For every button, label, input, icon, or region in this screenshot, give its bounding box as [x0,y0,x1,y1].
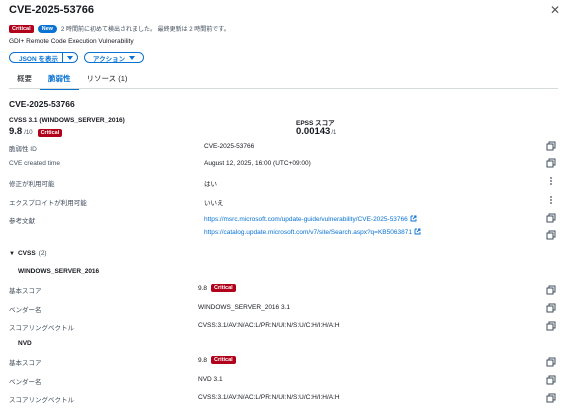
detail-row: CVE created time August 12, 2025, 16:00 … [9,156,558,173]
close-icon[interactable]: ✕ [550,3,560,17]
details-heading: CVE-2025-53766 [9,99,75,109]
more-icon[interactable] [546,195,556,205]
vendor-label: ベンダー名 [9,379,42,386]
vector-label: スコアリングベクトル [9,325,74,332]
row-value: CVE-2025-53766 [204,143,255,150]
copy-icon[interactable] [546,141,556,151]
base-score-value: 9.8 Critical [198,356,236,364]
chevron-down-icon [129,55,136,60]
external-link-icon [410,215,417,222]
vector-value: CVSS:3.1/AV:N/AC:L/PR:N/UI:N/S:U/C:H/I:H… [198,322,340,329]
copy-icon[interactable] [546,158,556,168]
vendor-label: ベンダー名 [9,307,42,314]
json-dropdown-icon[interactable] [62,53,77,62]
base-score-badge: Critical [211,356,236,364]
cvss-max: /10 [24,130,33,136]
copy-icon[interactable] [546,321,556,331]
row-key: 修正が利用可能 [9,181,55,188]
cvss-section-toggle[interactable]: ▼ CVSS (2) [9,250,47,257]
base-score-badge: Critical [211,284,236,292]
detail-row: 修正が利用可能 はい [9,174,558,191]
cvss-section-count: (2) [38,250,47,257]
more-icon[interactable] [546,176,556,186]
epss-score: 0.00143 [296,126,331,137]
epss-score-block: 0.00143 /1 [296,126,336,137]
reference-link[interactable]: https://msrc.microsoft.com/update-guide/… [204,215,417,223]
copy-icon[interactable] [546,375,556,385]
vendor-value: NVD 3.1 [198,376,223,383]
base-score-value: 9.8 Critical [198,284,236,292]
reference-link-text[interactable]: https://catalog.update.microsoft.com/v7/… [204,229,412,236]
reference-link[interactable]: https://catalog.update.microsoft.com/v7/… [204,228,421,236]
detail-row: 脆弱性 ID CVE-2025-53766 [9,139,558,156]
panel-title: CVE-2025-53766 [9,4,95,16]
vector-label: スコアリングベクトル [9,397,74,404]
base-score-label: 基本スコア [9,360,42,367]
row-key: CVE created time [9,160,60,167]
tab-divider [9,88,558,89]
base-score: 9.8 [198,356,208,364]
severity-badge: Critical [9,24,34,33]
copy-icon[interactable] [546,393,556,403]
status-line: Critical New 2 時間前に初めて検出されました。 最終更新は 2 時… [9,24,230,33]
copy-icon[interactable] [546,213,556,223]
actions-button-label: アクション [92,55,126,63]
new-badge: New [37,24,57,33]
cvss-score: 9.8 [9,126,23,137]
json-button[interactable]: JSON を表示 [9,52,78,63]
epss-max: /1 [331,130,337,136]
cvss-group-name: WINDOWS_SERVER_2016 [18,268,100,275]
row-key: エクスプロイトが利用可能 [9,200,87,207]
row-value: はい [204,181,217,188]
external-link-icon [414,228,421,235]
row-key: 脆弱性 ID [9,146,37,153]
detail-row: エクスプロイトが利用可能 いいえ [9,193,558,210]
cvss-critical-badge: Critical [37,129,63,137]
row-value: いいえ [204,200,224,207]
base-score: 9.8 [198,284,208,292]
detection-subtitle: 2 時間前に初めて検出されました。 最終更新は 2 時間前です。 [60,27,230,33]
cvss-group-name: NVD [18,340,32,347]
caret-down-icon: ▼ [9,250,15,257]
cvss-label: CVSS 3.1 (WINDOWS_SERVER_2016) [9,117,125,124]
reference-link-text[interactable]: https://msrc.microsoft.com/update-guide/… [204,216,408,223]
json-button-label: JSON を表示 [18,55,58,63]
copy-icon[interactable] [546,357,556,367]
references-row: 参考文献 https://msrc.microsoft.com/update-g… [9,211,558,241]
copy-icon[interactable] [546,230,556,240]
copy-icon[interactable] [546,303,556,313]
copy-icon[interactable] [546,285,556,295]
cvss-score-block: 9.8 /10 Critical [9,126,63,137]
vector-value: CVSS:3.1/AV:N/AC:L/PR:N/UI:N/S:U/C:H/I:H… [198,394,340,401]
row-value: August 12, 2025, 16:00 (UTC+09:00) [204,160,311,167]
base-score-label: 基本スコア [9,288,42,295]
cvss-section-title: CVSS [17,250,36,257]
actions-button[interactable]: アクション [84,52,144,63]
references-label: 参考文献 [9,218,35,225]
vendor-value: WINDOWS_SERVER_2016 3.1 [198,304,290,311]
vulnerability-name: GDI+ Remote Code Execution Vulnerability [9,38,134,45]
